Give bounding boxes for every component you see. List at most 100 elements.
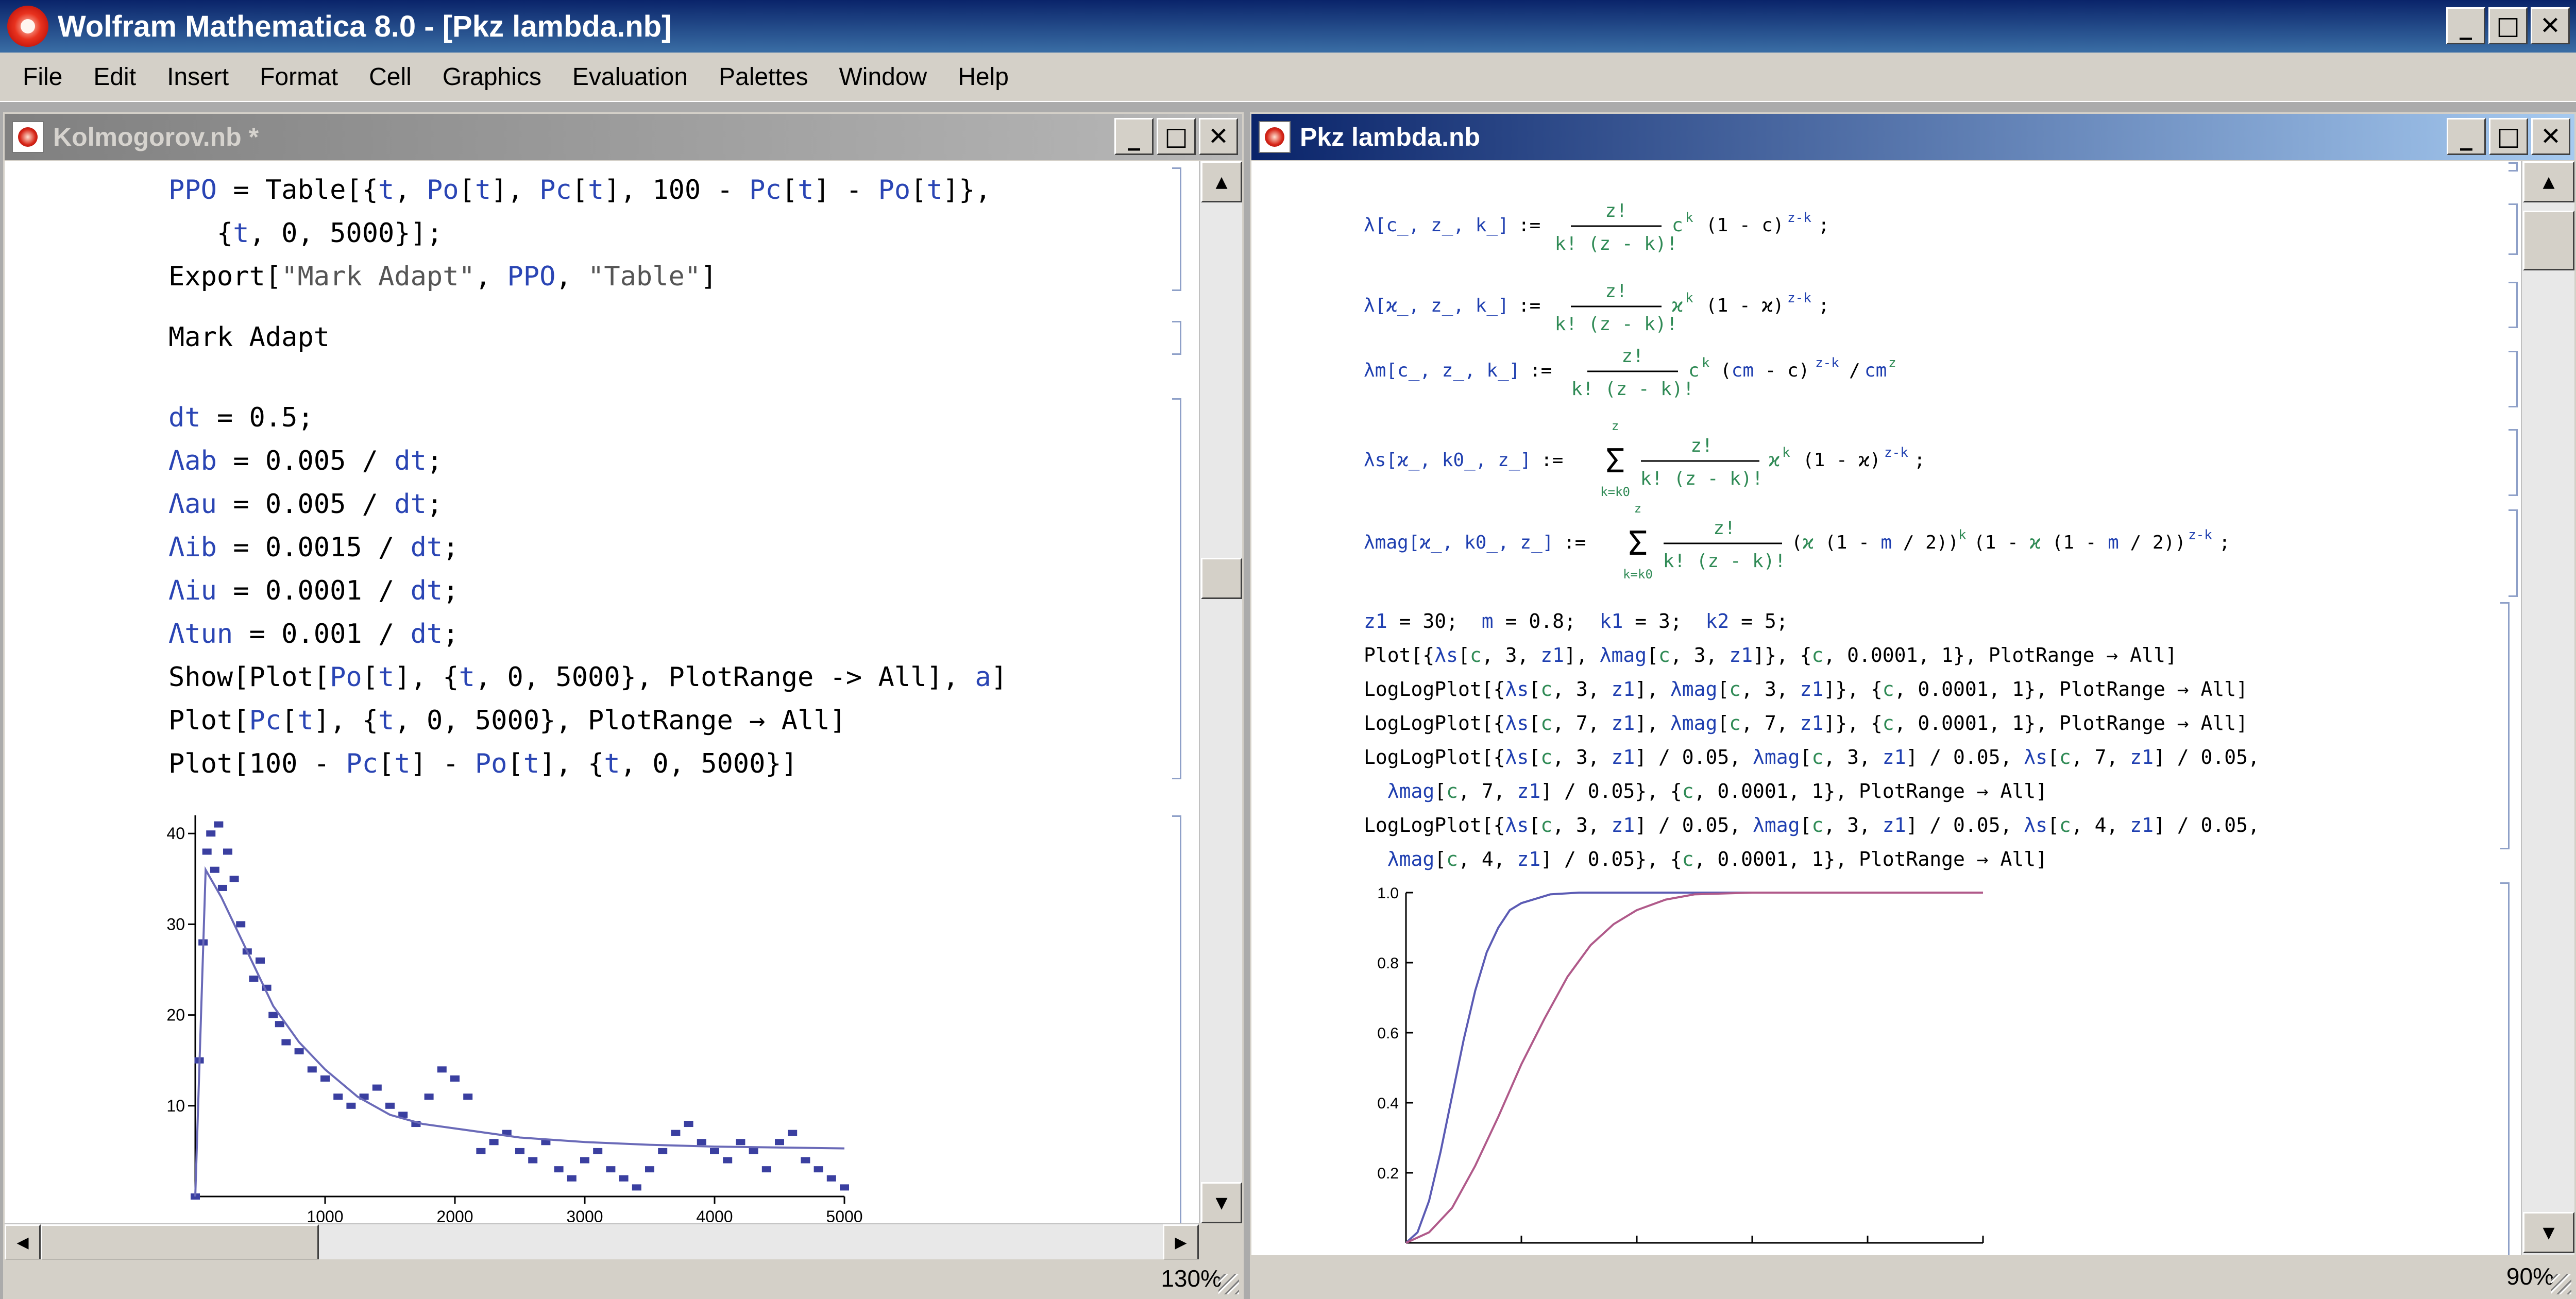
data-point — [256, 957, 265, 964]
svg-text:k! (z - k)!: k! (z - k)! — [1555, 314, 1677, 335]
cell-bracket[interactable] — [2500, 602, 2510, 849]
left-minimize-button[interactable]: _ — [1114, 118, 1154, 155]
svg-text:k: k — [1685, 290, 1693, 306]
data-point — [385, 1102, 395, 1109]
resize-grip-icon[interactable] — [2551, 1274, 2571, 1294]
scroll-up-button[interactable]: ▲ — [1201, 161, 1242, 202]
menu-edit[interactable]: Edit — [78, 63, 151, 91]
svg-text::=: := — [1564, 532, 1586, 553]
cell-bracket[interactable] — [2509, 203, 2518, 255]
menu-evaluation[interactable]: Evaluation — [557, 63, 703, 91]
app-close-button[interactable]: ✕ — [2531, 7, 2570, 44]
right-vertical-scrollbar[interactable]: ▲ ▼ — [2521, 161, 2574, 1255]
resize-grip-icon[interactable] — [1218, 1274, 1239, 1294]
input-cell-parameters[interactable]: dt = 0.5; Λab = 0.005 / dt; Λau = 0.005 … — [168, 396, 1007, 785]
menu-graphics[interactable]: Graphics — [427, 63, 557, 91]
svg-text::=: := — [1530, 360, 1552, 381]
app-minimize-button[interactable]: _ — [2446, 7, 2485, 44]
svg-text:(1 - ϰ): (1 - ϰ) — [1706, 295, 1784, 316]
series-line-lambda-mag — [1405, 892, 1983, 1244]
data-point — [710, 1148, 719, 1154]
svg-text:z: z — [1612, 419, 1619, 433]
left-horizontal-scrollbar[interactable]: ◀ ▶ — [5, 1223, 1199, 1260]
data-point — [593, 1148, 603, 1154]
input-cell-plots[interactable]: z1 = 30; m = 0.8; k1 = 3; k2 = 5; Plot[{… — [1364, 604, 2260, 876]
lambda-plot: 0.20.40.60.81.00.20.40.60.81.0 — [1377, 885, 1994, 1255]
y-tick-label: 40 — [166, 824, 185, 843]
left-notebook-content[interactable]: PPO = Table[{t, Po[t], Pc[t], 100 - Pc[t… — [5, 161, 1199, 1223]
scroll-thumb[interactable] — [1201, 558, 1242, 599]
scroll-up-button[interactable]: ▲ — [2523, 161, 2574, 202]
svg-text:c: c — [1672, 215, 1683, 236]
data-point — [450, 1075, 460, 1082]
data-point — [268, 1012, 278, 1018]
app-maximize-button[interactable]: □ — [2488, 7, 2528, 44]
cell-bracket[interactable] — [2500, 882, 2510, 1255]
right-window-title: Pkz lambda.nb — [1300, 123, 1481, 151]
menu-insert[interactable]: Insert — [151, 63, 244, 91]
menu-format[interactable]: Format — [244, 63, 353, 91]
x-tick-label: 5000 — [826, 1207, 862, 1222]
data-point — [463, 1093, 473, 1100]
menu-window[interactable]: Window — [823, 63, 942, 91]
data-point — [645, 1166, 654, 1173]
data-point — [320, 1075, 330, 1082]
x-tick-label: 2000 — [436, 1207, 473, 1222]
cell-bracket[interactable] — [2509, 509, 2518, 597]
svg-text:k! (z - k)!: k! (z - k)! — [1571, 379, 1694, 400]
right-notebook-content[interactable]: λ[c_, z_, k_]:= z! k! (z - k)! ck (1 - c… — [1251, 161, 2521, 1255]
app-titlebar: Wolfram Mathematica 8.0 - [Pkz lambda.nb… — [0, 0, 2576, 53]
right-minimize-button[interactable]: _ — [2447, 118, 2486, 155]
scroll-down-button[interactable]: ▼ — [2523, 1212, 2574, 1253]
data-point — [697, 1139, 706, 1146]
data-point — [307, 1066, 317, 1073]
svg-text:z-k: z-k — [1884, 445, 1908, 460]
formula-lambda-c[interactable]: λ[c_, z_, k_]:= z! k! (z - k)! ck (1 - c… — [1364, 200, 1829, 254]
svg-text:c: c — [1688, 360, 1700, 381]
input-cell-table[interactable]: PPO = Table[{t, Po[t], Pc[t], 100 - Pc[t… — [168, 168, 991, 298]
left-maximize-button[interactable]: □ — [1157, 118, 1196, 155]
data-point — [476, 1148, 486, 1154]
cell-bracket[interactable] — [2509, 351, 2518, 407]
svg-text:λm[c_, z_, k_]: λm[c_, z_, k_] — [1364, 360, 1520, 381]
menu-cell[interactable]: Cell — [353, 63, 427, 91]
left-vertical-scrollbar[interactable]: ▲ ▼ — [1199, 161, 1242, 1223]
scroll-left-button[interactable]: ◀ — [5, 1224, 41, 1260]
mathematica-logo-icon — [7, 6, 48, 47]
formula-lambda-s[interactable]: λs[ϰ_, k0_, z_]:= z Σ k=k0 z! k! (z - k)… — [1364, 419, 1925, 499]
data-point — [788, 1130, 798, 1136]
cell-bracket[interactable] — [2509, 162, 2518, 172]
svg-text:k: k — [1782, 445, 1790, 460]
svg-text:(ϰ (1 - m / 2)): (ϰ (1 - m / 2)) — [1791, 532, 1959, 553]
scroll-thumb[interactable] — [2523, 211, 2574, 270]
cell-bracket[interactable] — [1172, 321, 1181, 355]
svg-text:k=k0: k=k0 — [1600, 485, 1630, 499]
svg-text:k=k0: k=k0 — [1623, 567, 1653, 582]
data-point — [528, 1157, 538, 1164]
cell-bracket[interactable] — [1172, 398, 1181, 779]
cell-bracket[interactable] — [1172, 815, 1181, 1223]
menu-palettes[interactable]: Palettes — [703, 63, 823, 91]
cell-bracket[interactable] — [2509, 429, 2518, 496]
cell-bracket[interactable] — [1172, 167, 1181, 291]
cell-bracket[interactable] — [2509, 282, 2518, 328]
data-point — [437, 1066, 447, 1073]
formula-lambda-m[interactable]: λm[c_, z_, k_]:= z! k! (z - k)! ck (cm -… — [1364, 346, 1896, 400]
left-window-titlebar: Kolmogorov.nb * _ □ ✕ — [5, 114, 1242, 160]
svg-text:z!: z! — [1713, 518, 1735, 539]
formula-lambda-mag[interactable]: λmag[ϰ_, k0_, z_]:= z Σ k=k0 z! k! (z - … — [1364, 501, 2230, 582]
menu-file[interactable]: File — [0, 63, 78, 91]
y-tick-label: 1.0 — [1377, 885, 1399, 902]
data-point — [554, 1166, 564, 1173]
scroll-right-button[interactable]: ▶ — [1163, 1224, 1199, 1260]
scroll-down-button[interactable]: ▼ — [1201, 1182, 1242, 1223]
left-close-button[interactable]: ✕ — [1199, 118, 1238, 155]
menu-help[interactable]: Help — [942, 63, 1024, 91]
svg-text:k: k — [1958, 527, 1967, 543]
formula-lambda-kappa[interactable]: λ[ϰ_, z_, k_]:= z! k! (z - k)! ϰk (1 - ϰ… — [1364, 281, 1829, 335]
right-close-button[interactable]: ✕ — [2531, 118, 2570, 155]
horizontal-scroll-thumb[interactable] — [41, 1224, 319, 1260]
svg-text:(1 - ϰ (1 - m / 2)): (1 - ϰ (1 - m / 2)) — [1974, 532, 2186, 553]
data-point — [619, 1175, 629, 1182]
right-maximize-button[interactable]: □ — [2489, 118, 2528, 155]
